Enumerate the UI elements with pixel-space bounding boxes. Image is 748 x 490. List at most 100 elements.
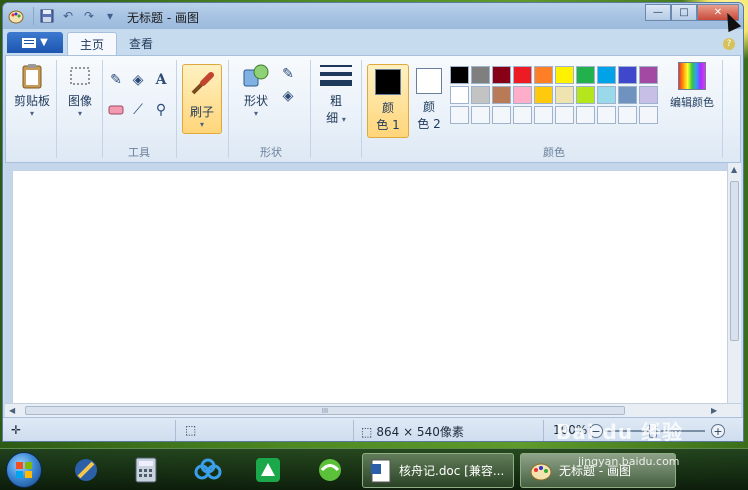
title-bar[interactable]: ↶ ↷ ▾ 无标题 - 画图 — □ ✕	[3, 3, 743, 29]
palette-swatch[interactable]	[555, 66, 574, 84]
tab-view[interactable]: 查看	[117, 32, 165, 55]
group-label-shapes: 形状	[260, 146, 282, 159]
tab-home[interactable]: 主页	[67, 32, 118, 55]
help-icon[interactable]: ?	[723, 38, 735, 50]
clipboard-button[interactable]: 剪贴板 ▾	[12, 60, 52, 118]
palette-swatch[interactable]	[471, 66, 490, 84]
ribbon-tabs: ▼ 主页 查看 ?	[3, 29, 743, 55]
palette-swatch[interactable]	[534, 86, 553, 104]
edit-colors-button[interactable]: 编辑颜色	[666, 62, 718, 110]
zoom-in-button[interactable]: +	[711, 424, 725, 438]
chevron-down-icon: ▾	[341, 115, 346, 124]
palette-swatch[interactable]	[471, 106, 490, 124]
palette-swatch[interactable]	[555, 106, 574, 124]
magnifier-icon[interactable]: ⚲	[151, 100, 171, 120]
palette-swatch[interactable]	[492, 106, 511, 124]
browser-icon[interactable]	[312, 454, 348, 486]
green-app-icon[interactable]	[250, 454, 286, 486]
palette-swatch[interactable]	[450, 106, 469, 124]
palette-swatch[interactable]	[576, 106, 595, 124]
divider	[361, 60, 362, 158]
paint-menu-button[interactable]: ▼	[7, 32, 63, 53]
palette-swatch[interactable]	[513, 66, 532, 84]
scroll-left-icon[interactable]: ◀	[9, 406, 15, 415]
paint-app-icon	[530, 463, 552, 480]
palette-swatch[interactable]	[492, 86, 511, 104]
palette-swatch[interactable]	[639, 106, 658, 124]
palette-swatch[interactable]	[450, 86, 469, 104]
windows-logo-icon	[16, 462, 32, 478]
palette-swatch[interactable]	[618, 106, 637, 124]
palette-swatch[interactable]	[534, 66, 553, 84]
window-title: 无标题 - 画图	[127, 11, 199, 25]
paint-app-icon[interactable]	[8, 8, 24, 24]
palette-swatch[interactable]	[471, 86, 490, 104]
palette-swatch[interactable]	[597, 106, 616, 124]
size-button[interactable]: 粗 细 ▾	[316, 60, 356, 126]
chevron-down-icon: ▾	[77, 109, 82, 118]
divider	[102, 60, 103, 158]
color1-button[interactable]: 颜 色 1	[367, 64, 409, 138]
palette-swatch[interactable]	[618, 86, 637, 104]
undo-icon[interactable]: ↶	[59, 7, 77, 25]
eraser-icon[interactable]	[106, 100, 126, 120]
palette-swatch[interactable]	[576, 66, 595, 84]
divider	[310, 60, 311, 158]
palette-swatch[interactable]	[576, 86, 595, 104]
horizontal-scrollbar[interactable]: ◀ III ▶	[5, 403, 741, 417]
chevron-down-icon: ▾	[199, 120, 204, 129]
vertical-scrollbar[interactable]: ▲	[727, 163, 741, 403]
scroll-right-icon[interactable]: ▶	[711, 406, 717, 415]
minimize-button[interactable]: —	[645, 4, 671, 21]
palette-swatch[interactable]	[492, 66, 511, 84]
save-icon[interactable]	[38, 7, 56, 25]
fill-bucket-icon[interactable]: ◈	[128, 70, 148, 90]
brush-icon	[187, 69, 217, 99]
palette-swatch[interactable]	[597, 86, 616, 104]
palette-swatch[interactable]	[618, 66, 637, 84]
palette-swatch[interactable]	[639, 86, 658, 104]
divider	[228, 60, 229, 158]
outline-icon[interactable]: ✎	[278, 64, 298, 84]
divider	[353, 420, 354, 441]
customize-qat-icon[interactable]: ▾	[101, 7, 119, 25]
divider	[56, 60, 57, 158]
image-size-cell: ⬚ 864 × 540像素	[361, 423, 464, 440]
start-button[interactable]	[6, 452, 42, 488]
fill-icon[interactable]: ◈	[278, 86, 298, 106]
brushes-button[interactable]: 刷子 ▾	[182, 64, 222, 134]
image-size-icon: ⬚	[361, 424, 373, 439]
image-button[interactable]: 图像 ▾	[60, 60, 100, 118]
redo-icon[interactable]: ↷	[80, 7, 98, 25]
palette-swatch[interactable]	[597, 66, 616, 84]
palette-swatch[interactable]	[513, 86, 532, 104]
maximize-button[interactable]: □	[671, 4, 697, 21]
baidu-watermark-url: jingyan.baidu.com	[578, 455, 680, 468]
color2-swatch	[416, 68, 442, 94]
color-wheel-icon	[678, 62, 706, 90]
chevron-down-icon: ▼	[40, 37, 48, 48]
palette-swatch[interactable]	[639, 66, 658, 84]
shapes-button[interactable]: 形状 ▾	[234, 60, 278, 118]
horizontal-scroll-thumb[interactable]: III	[25, 406, 625, 415]
vertical-scroll-thumb[interactable]	[730, 181, 739, 341]
calculator-icon[interactable]	[128, 454, 164, 486]
palette-swatch[interactable]	[555, 86, 574, 104]
menu-doc-icon	[22, 37, 37, 48]
cloud-app-icon[interactable]	[190, 454, 226, 486]
baidu-watermark: Bai du 经验	[556, 420, 684, 444]
media-app-icon[interactable]	[68, 454, 104, 486]
color-palette	[450, 66, 658, 124]
color2-button[interactable]: 颜 色 2	[412, 64, 446, 138]
palette-swatch[interactable]	[450, 66, 469, 84]
pencil-icon[interactable]: ✎	[106, 70, 126, 90]
color-picker-icon[interactable]: ⟋	[128, 100, 148, 120]
chevron-down-icon: ▾	[253, 109, 258, 118]
scroll-up-icon[interactable]: ▲	[731, 165, 737, 174]
drawing-canvas[interactable]	[13, 171, 729, 403]
taskbar-task-word[interactable]: 核舟记.doc [兼容...	[362, 453, 514, 488]
palette-swatch[interactable]	[534, 106, 553, 124]
text-tool-icon[interactable]: A	[151, 70, 171, 90]
palette-swatch[interactable]	[513, 106, 532, 124]
group-label-colors: 颜色	[543, 146, 565, 159]
